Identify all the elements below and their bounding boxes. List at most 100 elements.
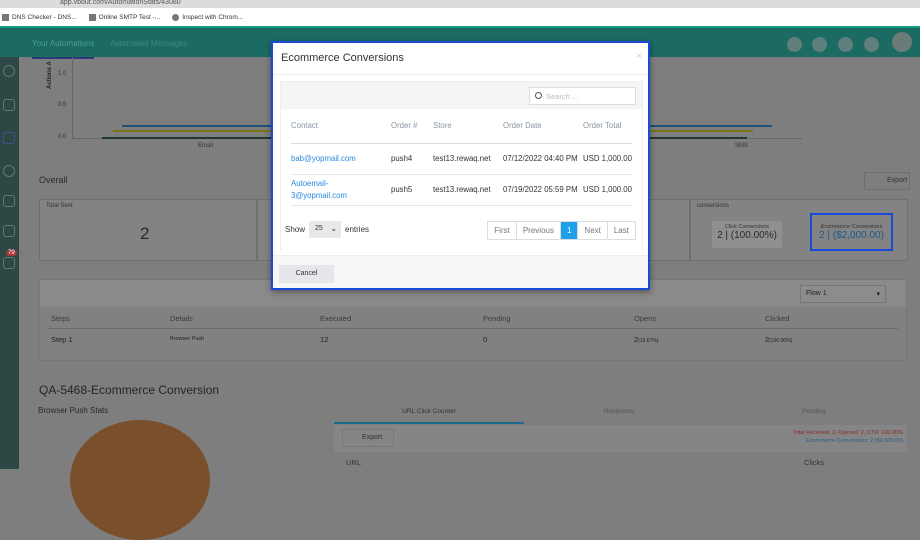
last-page-button[interactable]: Last xyxy=(608,222,635,239)
store: test13.rewaq.net xyxy=(433,143,503,175)
y-axis xyxy=(72,57,73,139)
col-header: Details xyxy=(170,314,193,323)
section-export-button[interactable]: Export xyxy=(342,429,394,447)
card-label: Total Sent xyxy=(46,203,73,209)
email-icon[interactable] xyxy=(3,99,15,111)
tab-recipients[interactable]: Recipients xyxy=(524,408,714,415)
bookmarks-bar: DNS Checker - DNS... Online SMTP Test -.… xyxy=(0,8,920,26)
user-icon[interactable] xyxy=(812,37,827,52)
col-header: Pending xyxy=(483,314,511,323)
entries-control: Show 25 ⌄ entries xyxy=(285,221,369,238)
bookmark[interactable]: DNS Checker - DNS... xyxy=(2,13,77,21)
col-header: Clicked xyxy=(765,314,790,323)
conversions-card: conversions Click Conversions 2 | (100.0… xyxy=(690,199,908,261)
page-1-button[interactable]: 1 xyxy=(560,222,579,239)
automation-icon[interactable] xyxy=(3,132,15,144)
x-label-email: Email xyxy=(198,143,214,149)
url-toolbar: Export Total Received: 2, Opened: 2, CTR… xyxy=(334,425,907,452)
ecommerce-conversions-modal: Ecommerce Conversions × Search ... Conta… xyxy=(271,41,650,290)
modal-title: Ecommerce Conversions xyxy=(281,52,404,64)
bookmark-icon xyxy=(88,13,96,21)
reports-icon[interactable] xyxy=(3,257,15,269)
col-order-total[interactable]: Order Total xyxy=(583,109,632,144)
step-pending: 0 xyxy=(483,335,488,344)
landing-page-icon[interactable] xyxy=(3,225,15,237)
y-tick: 1.0 xyxy=(58,71,67,77)
order-total: USD 1,000.00 xyxy=(583,174,632,206)
col-order[interactable]: Order # xyxy=(391,109,433,144)
chevron-down-icon: ⌄ xyxy=(330,224,338,233)
previous-page-button[interactable]: Previous xyxy=(517,222,561,239)
col-header: Steps xyxy=(51,314,71,323)
entries-value: 25 xyxy=(315,225,323,232)
notification-badge: 79 xyxy=(6,250,17,256)
next-page-button[interactable]: Next xyxy=(578,222,608,239)
card-label: conversions xyxy=(697,203,730,209)
dashboard-icon[interactable] xyxy=(3,65,15,77)
ecommerce-conversions-value: 2 | ($2,000.00) xyxy=(819,230,884,241)
pie-chart xyxy=(70,420,210,540)
network-icon[interactable] xyxy=(3,165,15,177)
avatar[interactable] xyxy=(892,32,912,52)
contacts-icon[interactable] xyxy=(3,195,15,207)
y-tick: 0.0 xyxy=(58,134,67,140)
search-input[interactable]: Search ... xyxy=(529,87,636,105)
entries-label: entries xyxy=(345,225,370,234)
col-store[interactable]: Store xyxy=(433,109,503,144)
contact-link[interactable]: bab@yopmail.com xyxy=(291,154,356,163)
x-label-sms: SMS xyxy=(735,143,749,149)
chrome-icon xyxy=(172,13,180,21)
order-total: USD 1,000.00 xyxy=(583,143,632,175)
tab-url-click-counter[interactable]: URL Click Counter xyxy=(334,408,524,424)
bookmark[interactable]: Online SMTP Test -... xyxy=(88,13,161,21)
steps-panel: Flow 1 ▾ Steps Details Executed Pending O… xyxy=(39,279,907,361)
tab-pending[interactable]: Pending xyxy=(719,408,909,415)
bell-icon[interactable] xyxy=(864,37,879,52)
bookmark-label: Online SMTP Test -... xyxy=(98,13,161,21)
bookmark[interactable]: Inspect with Chrom... xyxy=(172,13,244,21)
close-icon[interactable]: × xyxy=(636,51,642,62)
step-clicked: 2(100.00%) xyxy=(765,335,793,344)
bookmark-label: DNS Checker - DNS... xyxy=(12,13,77,21)
table-row: Autoemail-3@yopmail.com push5 test13.rew… xyxy=(291,174,632,206)
modal-body: Search ... Contact Order # Store Order D… xyxy=(280,81,643,252)
help-icon[interactable] xyxy=(787,37,802,52)
ecommerce-conversions-box[interactable]: Ecommerce Conversions 2 | ($2,000.00) xyxy=(810,213,893,251)
col-order-date[interactable]: Order Date xyxy=(503,109,583,144)
first-page-button[interactable]: First xyxy=(488,222,517,239)
question-icon[interactable] xyxy=(838,37,853,52)
show-label: Show xyxy=(285,225,306,234)
entries-select[interactable]: 25 ⌄ xyxy=(309,221,342,238)
step-opens: 2(16.67%) xyxy=(634,335,659,344)
export-button[interactable]: Export xyxy=(864,172,910,190)
order-date: 07/12/2022 04:40 PM xyxy=(503,143,583,175)
bookmark-icon xyxy=(2,13,9,21)
summary-text: Total Received: 2, Opened: 2, CTR: 100.0… xyxy=(792,430,903,436)
y-tick: 0.5 xyxy=(58,102,67,108)
contact-link[interactable]: Autoemail-3@yopmail.com xyxy=(291,179,347,200)
cancel-button[interactable]: Cancel xyxy=(279,265,334,283)
stat-card xyxy=(645,199,690,261)
total-sent-card: Total Sent 2 xyxy=(39,199,257,261)
click-conversions-box[interactable]: Click Conversions 2 | (100.00%) xyxy=(712,221,782,248)
tab-your-automations[interactable]: Your Automations xyxy=(32,39,94,48)
order-number: push4 xyxy=(391,143,433,175)
step-name: Step 1 xyxy=(51,335,73,344)
col-contact[interactable]: Contact xyxy=(291,109,391,144)
flow-select[interactable]: Flow 1 ▾ xyxy=(800,285,886,303)
col-header: Opens xyxy=(634,314,657,323)
store: test13.rewaq.net xyxy=(433,174,503,206)
tab-automated-messages[interactable]: Automated Messages xyxy=(110,39,187,48)
table-row: bab@yopmail.com push4 test13.rewaq.net 0… xyxy=(291,143,632,175)
step-details[interactable]: Browser Push xyxy=(170,336,204,342)
bookmark-label: Inspect with Chrom... xyxy=(182,13,244,21)
modal-footer: Cancel xyxy=(273,255,648,288)
click-conversions-value: 2 | (100.00%) xyxy=(717,230,777,241)
address-bar[interactable]: app.vbout.com/AutomationStats/43080 xyxy=(0,0,920,8)
search-placeholder: Search ... xyxy=(546,92,579,101)
search-icon xyxy=(535,92,542,99)
step-executed: 12 xyxy=(320,335,329,344)
col-clicks: Clicks xyxy=(804,458,824,467)
summary-conversions: Ecommerce Conversions: 2 ($2,000.00) xyxy=(805,438,903,444)
overall-title: Overall xyxy=(39,175,68,185)
